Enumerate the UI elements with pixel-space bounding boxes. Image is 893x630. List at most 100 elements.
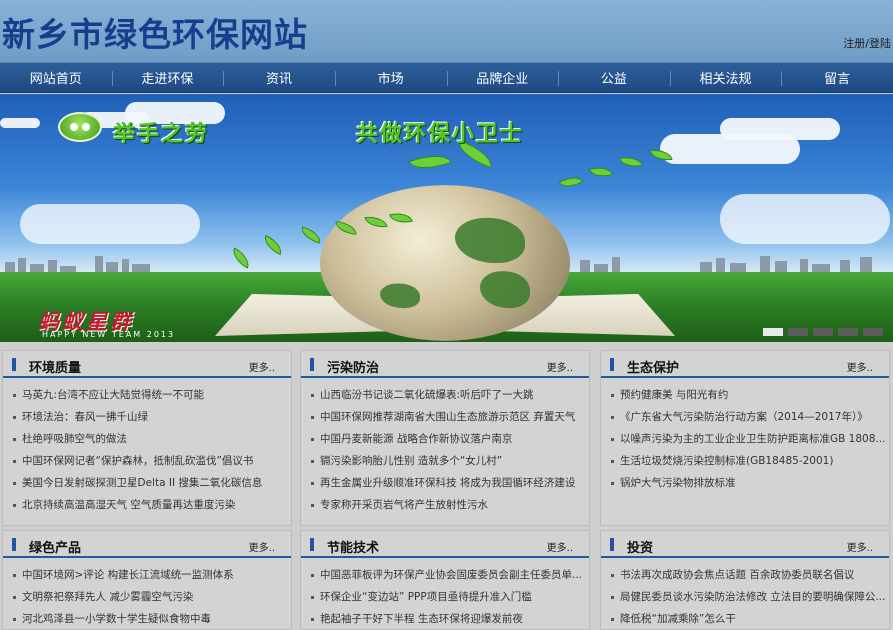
panel-header: 投资 更多..	[601, 531, 889, 558]
news-item[interactable]: 北京持续高温高湿天气 空气质量再达重度污染	[13, 494, 288, 516]
banner-slideshow[interactable]: 举手之劳 共做环保小卫士 蚂蚁星群 HAPPY NEW TEAM 2013	[0, 94, 893, 342]
slide-dot-3[interactable]	[813, 328, 833, 336]
news-item[interactable]: 中国环保网推荐湖南省大围山生态旅游示范区 弃置天气	[311, 406, 586, 428]
news-item[interactable]: 河北鸡泽县一小学数十学生疑似食物中毒	[13, 608, 288, 630]
news-item[interactable]: 书法再次成政协会焦点话题 百余政协委员联名倡议	[611, 564, 886, 586]
news-item[interactable]: 中国环境网>评论 构建长江流域统一监测体系	[13, 564, 288, 586]
news-item[interactable]: 美国今日发射碳探测卫星Delta II 搜集二氧化碳信息	[13, 472, 288, 494]
more-link[interactable]: 更多..	[249, 359, 275, 374]
nav-item-about[interactable]: 走进环保	[111, 63, 224, 92]
more-link[interactable]: 更多..	[249, 539, 275, 554]
news-item[interactable]: 中国恶菲板评为环保产业协会固废委员会副主任委员单...	[311, 564, 586, 586]
panel-investment: 投资 更多.. 书法再次成政协会焦点话题 百余政协委员联名倡议 局健民委员谈水污…	[600, 530, 890, 630]
news-list: 马英九:台湾不应让大陆觉得统一不可能 环境法治：春风一拂千山绿 杜绝呼吸肺空气的…	[3, 378, 291, 516]
main-nav: 网站首页 走进环保 资讯 市场 品牌企业 公益 相关法规 留言	[0, 62, 893, 93]
slide-dot-5[interactable]	[863, 328, 883, 336]
slide-dot-4[interactable]	[838, 328, 858, 336]
leaf	[408, 147, 452, 177]
banner-slogan-left: 举手之劳	[113, 122, 210, 147]
panel-header: 污染防治 更多..	[301, 351, 589, 378]
more-link[interactable]: 更多..	[847, 539, 873, 554]
panel-title: 环境质量	[29, 361, 82, 376]
slide-dot-1[interactable]	[763, 328, 783, 336]
bullet-icon	[311, 415, 314, 419]
bullet-icon	[311, 437, 314, 441]
panel-marker-icon	[610, 538, 614, 551]
continent	[480, 271, 530, 309]
bullet-icon	[13, 437, 16, 441]
cloud	[720, 194, 890, 244]
news-item[interactable]: 镉污染影响胎儿性别 造就多个“女儿村”	[311, 450, 586, 472]
panel-marker-icon	[610, 358, 614, 371]
more-link[interactable]: 更多..	[547, 539, 573, 554]
news-item[interactable]: 环境法治：春风一拂千山绿	[13, 406, 288, 428]
panel-environment-quality: 环境质量 更多.. 马英九:台湾不应让大陆觉得统一不可能 环境法治：春风一拂千山…	[2, 350, 292, 526]
slide-dot-2[interactable]	[788, 328, 808, 336]
site-title[interactable]: 新乡市绿色环保网站	[2, 8, 308, 56]
bullet-icon	[13, 459, 16, 463]
bullet-icon	[611, 617, 614, 621]
news-item[interactable]: 环保企业“变边站” PPP项目亟待提升准入门槛	[311, 586, 586, 608]
bullet-icon	[611, 481, 614, 485]
bullet-icon	[311, 393, 314, 397]
news-item[interactable]: 杜绝呼吸肺空气的做法	[13, 428, 288, 450]
panel-marker-icon	[12, 538, 16, 551]
panel-title: 节能技术	[327, 541, 380, 556]
leaf	[298, 226, 324, 244]
news-list: 预约健康美 与阳光有约 《广东省大气污染防治行动方案（2014—2017年）》 …	[601, 378, 889, 494]
news-item[interactable]: 专家称开采页岩气将产生放射性污水	[311, 494, 586, 516]
site-header: 新乡市绿色环保网站 注册/登陆	[0, 0, 893, 62]
leaf	[588, 163, 614, 181]
more-link[interactable]: 更多..	[847, 359, 873, 374]
news-item[interactable]: 以噪声污染为主的工业企业卫生防护距离标准GB 1808...	[611, 428, 886, 450]
bullet-icon	[611, 415, 614, 419]
news-item[interactable]: 中国环保网记者“保护森林，抵制乱砍滥伐”倡议书	[13, 450, 288, 472]
nav-item-guestbook[interactable]: 留言	[781, 63, 893, 92]
news-item[interactable]: 艳起袖子干好下半程 生态环保将迎爆发前夜	[311, 608, 586, 630]
nav-item-market[interactable]: 市场	[334, 63, 447, 92]
panel-header: 生态保护 更多..	[601, 351, 889, 378]
bullet-icon	[13, 595, 16, 599]
news-item[interactable]: 局健民委员谈水污染防治法修改 立法目的要明确保障公...	[611, 586, 886, 608]
nav-item-regulations[interactable]: 相关法规	[669, 63, 782, 92]
nav-item-brands[interactable]: 品牌企业	[446, 63, 559, 92]
leaf	[558, 171, 584, 193]
panel-pollution-control: 污染防治 更多.. 山西临汾书记谈二氧化硫爆表:听后吓了一大跳 中国环保网推荐湖…	[300, 350, 590, 526]
nav-item-charity[interactable]: 公益	[558, 63, 670, 92]
banner-slogan-right: 共做环保小卫士	[356, 122, 525, 147]
news-item[interactable]: 预约健康美 与阳光有约	[611, 384, 886, 406]
panel-title: 生态保护	[627, 361, 680, 376]
continent	[380, 283, 420, 309]
news-item[interactable]: 山西临汾书记谈二氧化硫爆表:听后吓了一大跳	[311, 384, 586, 406]
news-item[interactable]: 马英九:台湾不应让大陆觉得统一不可能	[13, 384, 288, 406]
news-item[interactable]: 降低税“加减乘除”怎么干	[611, 608, 886, 630]
cloud	[0, 118, 40, 128]
more-link[interactable]: 更多..	[547, 359, 573, 374]
cloud	[20, 204, 200, 244]
news-item[interactable]: 中国丹麦新能源 战略合作新协议落户南京	[311, 428, 586, 450]
news-item[interactable]: 锅炉大气污染物排放标准	[611, 472, 886, 494]
news-item[interactable]: 《广东省大气污染防治行动方案（2014—2017年）》	[611, 406, 886, 428]
panel-title: 绿色产品	[29, 541, 82, 556]
bullet-icon	[13, 503, 16, 507]
team-subtitle: HAPPY NEW TEAM 2013	[42, 330, 176, 339]
panel-title: 污染防治	[327, 361, 380, 376]
cloud	[720, 118, 840, 140]
bullet-icon	[13, 617, 16, 621]
bullet-icon	[13, 481, 16, 485]
bullet-icon	[311, 459, 314, 463]
news-item[interactable]: 再生金属业升级顺准环保科技 将成为我国循环经济建设	[311, 472, 586, 494]
nav-item-home[interactable]: 网站首页	[0, 63, 112, 92]
bullet-icon	[13, 415, 16, 419]
news-item[interactable]: 生活垃圾焚烧污染控制标准(GB18485-2001)	[611, 450, 886, 472]
bullet-icon	[311, 617, 314, 621]
bullet-icon	[611, 595, 614, 599]
news-item[interactable]: 文明祭祀祭拜先人 减少雾霾空气污染	[13, 586, 288, 608]
panel-ecology-protection: 生态保护 更多.. 预约健康美 与阳光有约 《广东省大气污染防治行动方案（201…	[600, 350, 890, 526]
nav-item-news[interactable]: 资讯	[223, 63, 335, 92]
panel-title: 投资	[627, 541, 654, 556]
panel-header: 节能技术 更多..	[301, 531, 589, 558]
login-register-link[interactable]: 注册/登陆	[843, 35, 891, 51]
panel-green-products: 绿色产品 更多.. 中国环境网>评论 构建长江流域统一监测体系 文明祭祀祭拜先人…	[2, 530, 292, 630]
bullet-icon	[311, 595, 314, 599]
